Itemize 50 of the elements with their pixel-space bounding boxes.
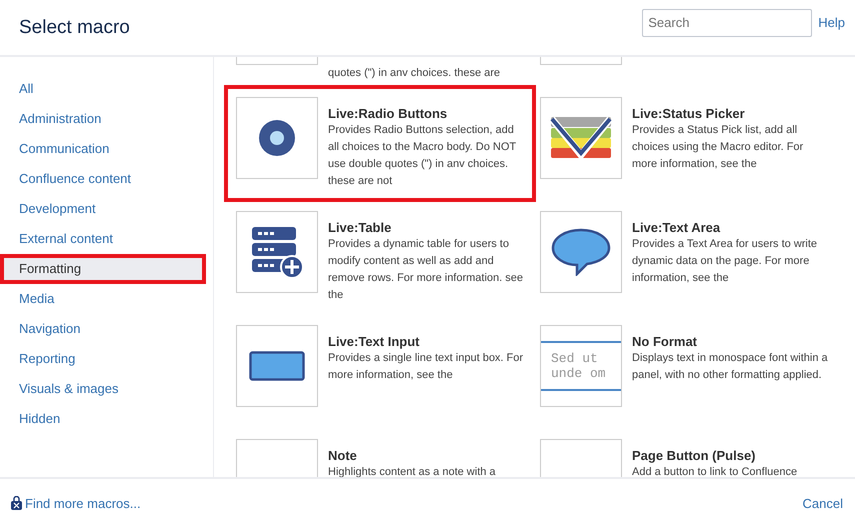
status-stack-icon [550,117,612,159]
category-item[interactable]: Media [0,284,206,314]
macro-title: Live:Status Picker [632,106,746,121]
macro-card[interactable]: Live:Text Input Provides a single line text input box. For more information, see the [236,325,536,407]
preview-text: unde om [551,366,607,381]
category-item[interactable]: Confluence content [0,164,206,194]
help-link[interactable]: Help [818,15,845,30]
radio-button-icon [259,120,295,156]
macro-card[interactable]: Live:Status Picker Provides a Status Pick list, add all choices using the Macro editor. For more information, see the [540,97,840,179]
macro-title: Live:Table [328,220,392,235]
macro-title: Live:Text Input [328,334,420,349]
category-item[interactable]: Communication [0,134,206,164]
search-field[interactable]: Search [642,8,812,36]
macro-description: Provides a Text Area for users to write dynamic data on the page. For more information, see the [632,237,818,286]
category-item[interactable]: All [0,74,206,104]
macro-card[interactable]: Sed ut unde om No Format Displays text in monospace font within a panel, with no other formatting applied. [540,325,840,407]
speech-bubble-icon [551,228,611,276]
macro-card[interactable]: Note Highlights content as a note with a [236,439,536,477]
macro-card[interactable]: Live:Text Area Provides a Text Area for users to write dynamic data on the page. For more information, see the [540,211,840,293]
macro-card[interactable]: quotes (") in anv choices. these are [236,57,536,82]
category-item[interactable]: Development [0,194,206,224]
category-item[interactable]: Formatting [0,254,206,284]
database-plus-icon [250,225,304,279]
macro-description: Displays text in monospace font within a panel, with no other formatting applied. [632,351,828,383]
dialog-title: Select macro [19,16,130,38]
preview-text: Sed ut [551,351,599,366]
category-item[interactable]: Visuals & images [0,374,206,404]
text-box-icon [249,351,305,381]
category-item[interactable]: Administration [0,104,206,134]
macro-title: Page Button (Pulse) [632,448,757,463]
find-more-macros-link[interactable]: Find more macros... [11,496,141,510]
macro-description: Add a button to link to Confluence [632,465,798,477]
macro-description: Provides a single line text input box. For more information, see the [328,351,524,383]
macro-title: Note [328,448,358,463]
macro-description: Provides Radio Buttons selection, add all choices to the Macro body. Do NOT use double quotes (") in anv choices. these are not [328,123,517,189]
macro-description: quotes (") in anv choices. these are [328,66,502,81]
macro-card[interactable]: Live:Table Provides a dynamic table for users to modify content as well as add and remove rows. For more information. see the [236,211,536,304]
macro-title: Live:Text Area [632,220,722,235]
category-item[interactable]: Hidden [0,404,206,434]
macro-description: Provides a Status Pick list, add all choices using the Macro editor. For more information, see the [632,123,804,172]
macro-title: No Format [632,334,698,349]
category-item[interactable]: External content [0,224,206,254]
macro-description: Provides a dynamic table for users to modify content as well as add and remove rows. For more information. see the [328,237,524,303]
category-item[interactable]: Navigation [0,314,206,344]
macro-description: Highlights content as a note with a [328,465,497,477]
cancel-link[interactable]: Cancel [802,496,843,510]
category-item[interactable]: Reporting [0,344,206,374]
macro-title: Live:Radio Buttons [328,106,448,121]
macro-card[interactable]: Page Button (Pulse) Add a button to link to Confluence [540,439,840,477]
macro-card[interactable]: Live:Radio Buttons Provides Radio Buttons selection, add all choices to the Macro body. Do NOT use double quotes (") in anv choices. these are not [236,97,524,190]
